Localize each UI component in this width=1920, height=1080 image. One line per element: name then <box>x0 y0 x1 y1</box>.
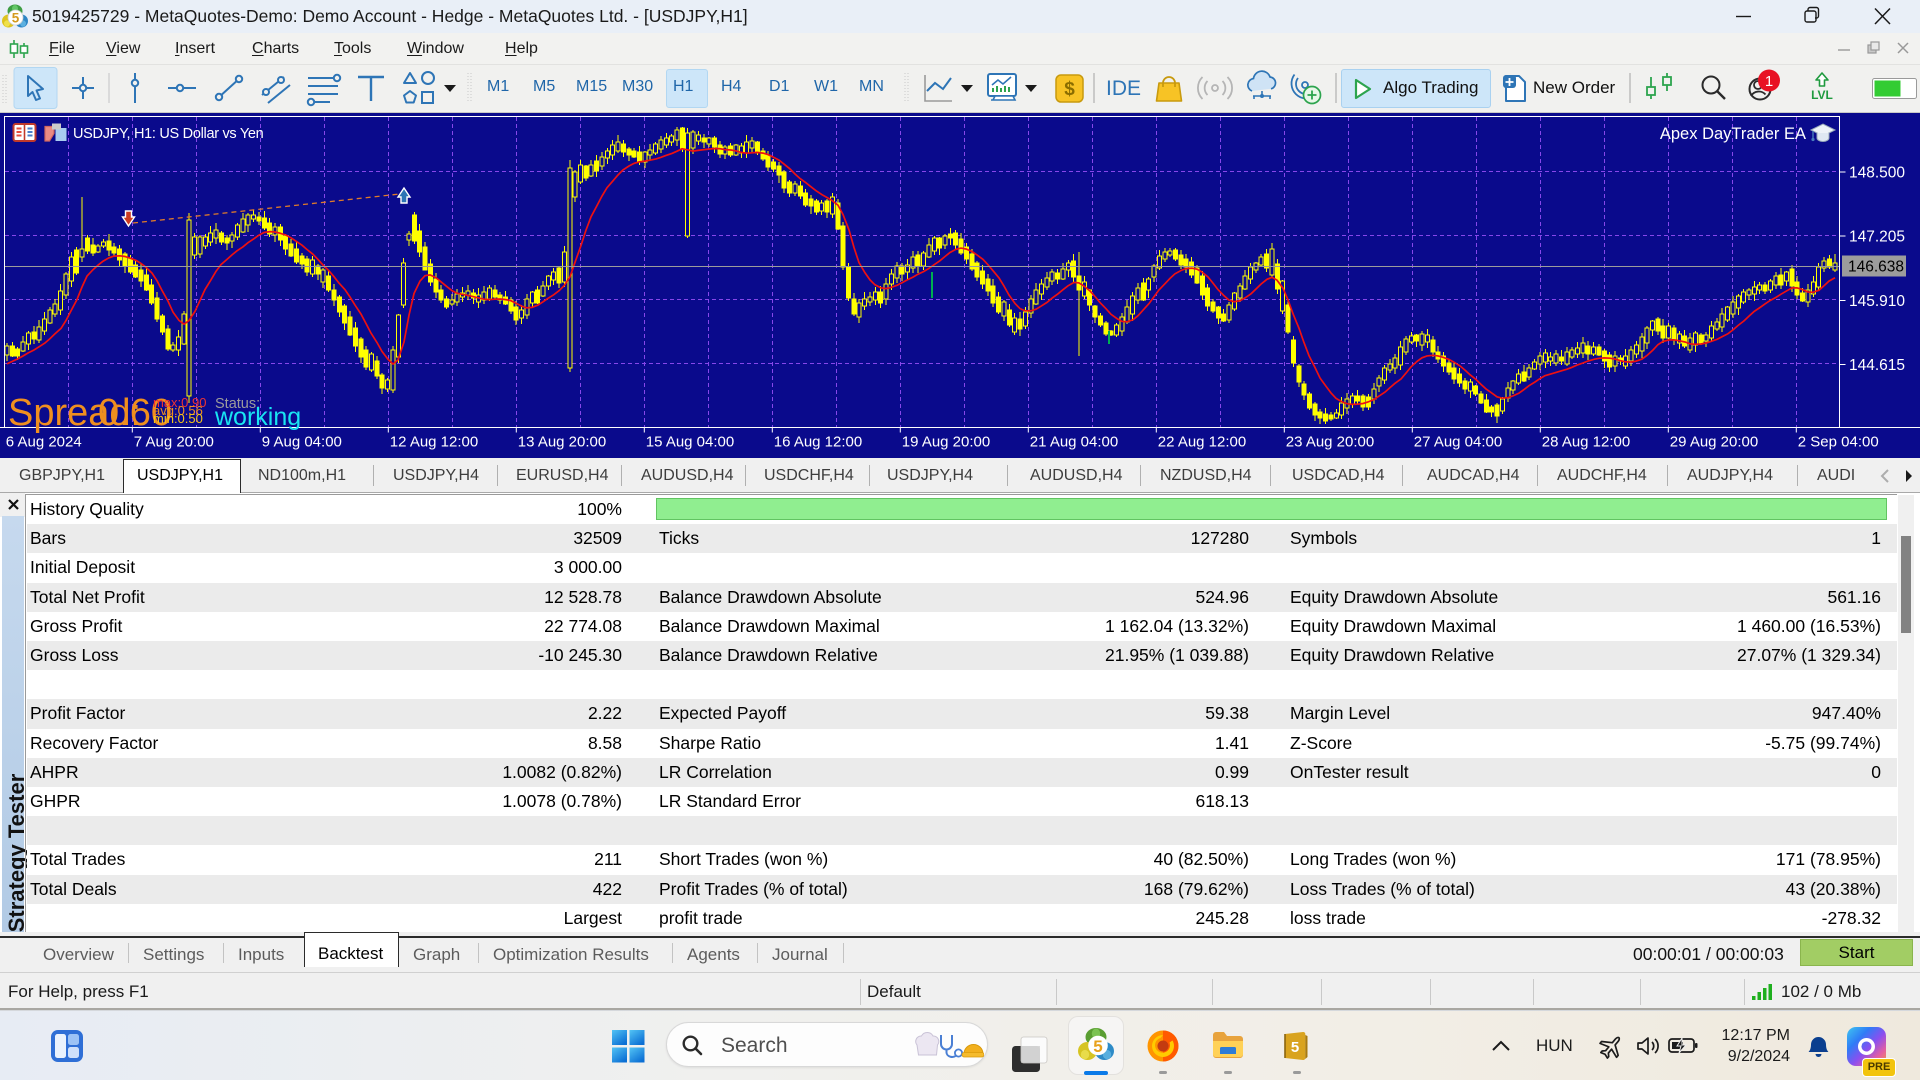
svg-text:LVL: LVL <box>1811 88 1833 102</box>
svg-text:2 Sep 04:00: 2 Sep 04:00 <box>1798 434 1879 451</box>
svg-text:6 Aug 2024: 6 Aug 2024 <box>6 434 82 451</box>
svg-text:5: 5 <box>1093 1037 1102 1056</box>
svg-text:146.638: 146.638 <box>1848 259 1904 276</box>
svg-text:144.615: 144.615 <box>1849 357 1905 374</box>
svg-text:7 Aug 20:00: 7 Aug 20:00 <box>134 434 214 451</box>
svg-text:29 Aug 20:00: 29 Aug 20:00 <box>1670 434 1758 451</box>
svg-text:147.205: 147.205 <box>1849 229 1905 246</box>
svg-text:13 Aug 20:00: 13 Aug 20:00 <box>518 434 606 451</box>
svg-text:1: 1 <box>1765 73 1773 90</box>
svg-text:5: 5 <box>12 11 20 26</box>
svg-text:5: 5 <box>1291 1039 1299 1056</box>
svg-text:23 Aug 20:00: 23 Aug 20:00 <box>1286 434 1374 451</box>
svg-text:working: working <box>214 403 301 431</box>
svg-text:16 Aug 12:00: 16 Aug 12:00 <box>774 434 862 451</box>
svg-text:19 Aug 20:00: 19 Aug 20:00 <box>902 434 990 451</box>
svg-text:$: $ <box>1064 79 1075 100</box>
svg-text:28 Aug 12:00: 28 Aug 12:00 <box>1542 434 1630 451</box>
svg-text:15 Aug 04:00: 15 Aug 04:00 <box>646 434 734 451</box>
svg-text:22 Aug 12:00: 22 Aug 12:00 <box>1158 434 1246 451</box>
svg-text:9 Aug 04:00: 9 Aug 04:00 <box>262 434 342 451</box>
svg-text:27 Aug 04:00: 27 Aug 04:00 <box>1414 434 1502 451</box>
svg-text:12 Aug 12:00: 12 Aug 12:00 <box>390 434 478 451</box>
svg-text:Apex DayTrader EA: Apex DayTrader EA <box>1660 125 1806 143</box>
svg-text:145.910: 145.910 <box>1849 293 1905 310</box>
svg-text:21 Aug 04:00: 21 Aug 04:00 <box>1030 434 1118 451</box>
svg-text:148.500: 148.500 <box>1849 165 1905 182</box>
svg-text:USDJPY, H1: US Dollar vs Yen: USDJPY, H1: US Dollar vs Yen <box>73 126 264 142</box>
svg-text:IDE: IDE <box>1106 77 1141 100</box>
svg-text:min:0.50: min:0.50 <box>153 411 203 426</box>
